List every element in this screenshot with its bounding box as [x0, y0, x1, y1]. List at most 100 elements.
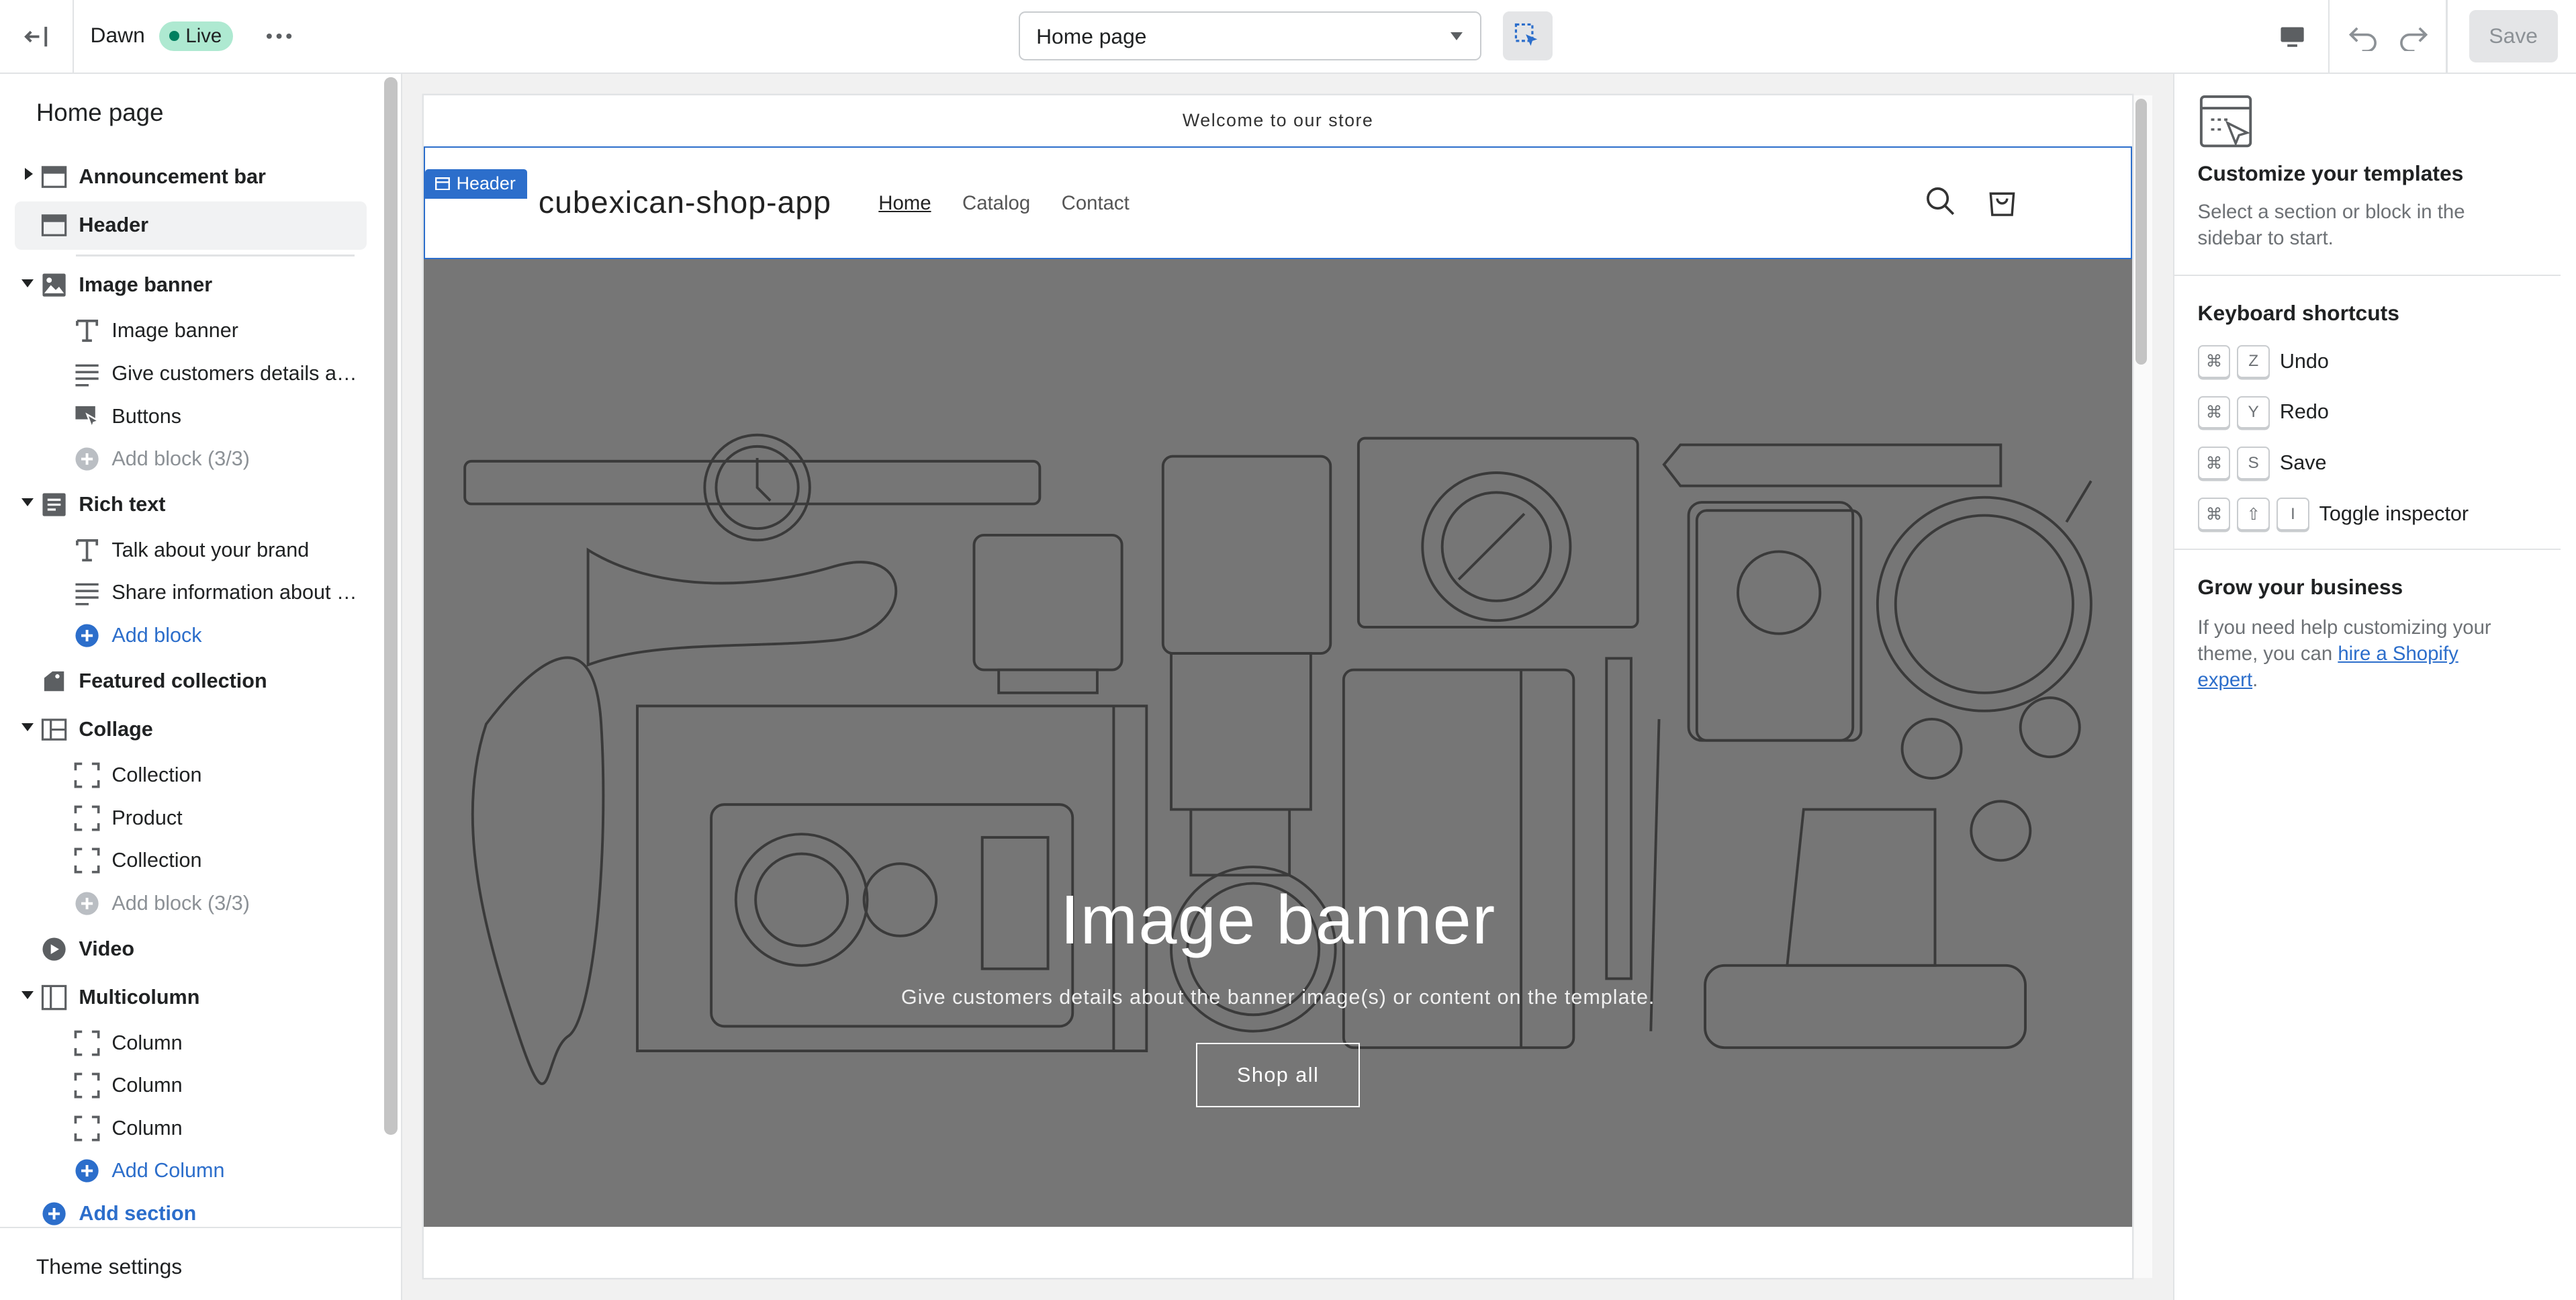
exit-button[interactable] — [0, 0, 75, 75]
announcement-text[interactable]: Welcome to our store — [424, 95, 2132, 146]
chevron-down-icon[interactable] — [21, 723, 34, 732]
theme-settings-button[interactable]: Theme settings — [0, 1227, 403, 1300]
sidebar-section-multicolumn[interactable]: Multicolumn — [0, 973, 381, 1021]
redo-icon — [2400, 27, 2428, 51]
sidebar-scrollbar[interactable] — [384, 77, 398, 1135]
sidebar-block-add-column[interactable]: Add Column — [0, 1150, 381, 1193]
sidebar-row-label: Image banner — [79, 273, 213, 297]
preview-scrollbar[interactable] — [2135, 98, 2148, 365]
multicolumn-icon — [41, 984, 67, 1011]
storefront-preview[interactable]: Welcome to our store Header cubexican-sh… — [424, 95, 2133, 1279]
chevron-right-icon[interactable] — [24, 167, 33, 180]
sidebar-row-label: Image banner — [111, 319, 238, 342]
device-preview-button[interactable] — [2257, 0, 2330, 75]
sidebar-block-collection[interactable]: Collection — [0, 839, 381, 882]
sidebar-row-label: Featured collection — [79, 669, 267, 692]
image-banner-section[interactable]: Image banner Give customers details abou… — [424, 259, 2133, 1227]
sidebar-section-header[interactable]: Header — [15, 201, 367, 250]
key-cap: ⌘ — [2197, 396, 2231, 429]
live-badge: Live — [159, 21, 234, 51]
video-icon — [41, 936, 67, 962]
sidebar-row-label: Buttons — [111, 404, 181, 428]
key-cap: Z — [2237, 344, 2270, 378]
sidebar-row-label: Column — [111, 1116, 183, 1140]
theme-settings-label: Theme settings — [36, 1254, 183, 1279]
sidebar-row-label: Give customers details abo... — [111, 361, 362, 385]
nav-home[interactable]: Home — [878, 192, 931, 215]
section-tree: Announcement bar Header Image banner Image … — [0, 152, 381, 1235]
block-frame-icon — [74, 762, 100, 788]
sidebar-block-add-block[interactable]: Add block — [0, 614, 381, 657]
nav-contact[interactable]: Contact — [1062, 192, 1130, 215]
theme-name: Dawn — [90, 23, 145, 48]
sidebar-section-image-banner[interactable]: Image banner — [0, 261, 381, 310]
search-icon[interactable] — [1925, 185, 1958, 218]
header-section[interactable]: Header cubexican-shop-app Home Catalog C… — [424, 146, 2133, 260]
add-circle-icon — [74, 446, 100, 472]
template-select-value: Home page — [1036, 24, 1147, 49]
header-icon — [41, 212, 67, 238]
shortcut-save: ⌘ S Save — [2197, 447, 2327, 480]
chevron-down-icon[interactable] — [21, 279, 34, 287]
sidebar-block-add-block-3-3: Add block (3/3) — [0, 882, 381, 925]
shortcuts-title: Keyboard shortcuts — [2197, 300, 2399, 325]
shortcut-label: Redo — [2279, 400, 2329, 424]
sidebar-row-label: Add block (3/3) — [111, 447, 250, 471]
sidebar-block-give-customers-details-abo[interactable]: Give customers details abo... — [0, 353, 381, 396]
sidebar-row-label: Add Column — [111, 1159, 225, 1182]
shop-all-button[interactable]: Shop all — [1195, 1043, 1361, 1107]
image-icon — [41, 272, 67, 298]
header-icon — [434, 177, 450, 191]
shortcut-label: Toggle inspector — [2319, 502, 2469, 526]
redo-button[interactable] — [2395, 19, 2432, 56]
sidebar-row-label: Rich text — [79, 493, 166, 516]
key-cap: S — [2237, 447, 2270, 480]
paragraph-icon — [74, 579, 100, 606]
sidebar-block-column[interactable]: Column — [0, 1107, 381, 1150]
cart-icon[interactable] — [1986, 185, 2019, 218]
desktop-icon — [2281, 27, 2305, 47]
add-circle-icon — [74, 890, 100, 917]
more-actions-button[interactable] — [259, 19, 299, 52]
featured-collection-icon — [41, 668, 67, 694]
sidebar-block-buttons[interactable]: Buttons — [0, 395, 381, 438]
sidebar-section-featured-collection[interactable]: Featured collection — [0, 657, 381, 705]
sidebar-row-label: Talk about your brand — [111, 538, 310, 561]
divider — [2174, 549, 2561, 551]
header-tag-label: Header — [456, 173, 516, 194]
sidebar-section-announcement-bar[interactable]: Announcement bar — [0, 152, 381, 201]
sidebar-block-column[interactable]: Column — [0, 1064, 381, 1107]
sidebar-section-collage[interactable]: Collage — [0, 706, 381, 754]
sidebar-section-video[interactable]: Video — [0, 925, 381, 973]
nav-catalog[interactable]: Catalog — [962, 192, 1030, 215]
sidebar-row-label: Column — [111, 1074, 183, 1097]
template-select[interactable]: Home page — [1018, 11, 1482, 61]
sidebar-row-label: Collection — [111, 849, 202, 872]
block-frame-icon — [74, 1030, 100, 1056]
sidebar-block-product[interactable]: Product — [0, 796, 381, 839]
sidebar-row-label: Add section — [79, 1202, 197, 1225]
help-panel: Customize your templates Select a sectio… — [2173, 74, 2576, 1300]
sidebar-row-label: Share information about yo... — [111, 581, 362, 604]
customize-template-icon — [2199, 95, 2252, 148]
chevron-down-icon[interactable] — [21, 498, 34, 507]
sidebar-section-rich-text[interactable]: Rich text — [0, 480, 381, 528]
key-cap: ⌘ — [2197, 498, 2231, 531]
divider — [2174, 274, 2561, 276]
sidebar-block-image-banner[interactable]: Image banner — [0, 310, 381, 353]
banner-title: Image banner — [1060, 881, 1496, 959]
chevron-down-icon[interactable] — [21, 991, 34, 999]
save-button[interactable]: Save — [2469, 9, 2558, 62]
undo-icon — [2349, 27, 2377, 51]
sidebar-title: Home page — [36, 98, 164, 126]
exit-icon — [24, 27, 48, 47]
sidebar-block-column[interactable]: Column — [0, 1021, 381, 1064]
undo-button[interactable] — [2346, 19, 2382, 56]
inspector-toggle-button[interactable] — [1503, 11, 1553, 61]
store-logo[interactable]: cubexican-shop-app — [539, 184, 831, 220]
sidebar-block-talk-about-your-brand[interactable]: Talk about your brand — [0, 529, 381, 572]
sidebar-block-share-information-about-yo[interactable]: Share information about yo... — [0, 571, 381, 614]
sidebar-block-collection[interactable]: Collection — [0, 754, 381, 797]
block-frame-icon — [74, 847, 100, 874]
shortcut-label: Save — [2279, 451, 2327, 475]
